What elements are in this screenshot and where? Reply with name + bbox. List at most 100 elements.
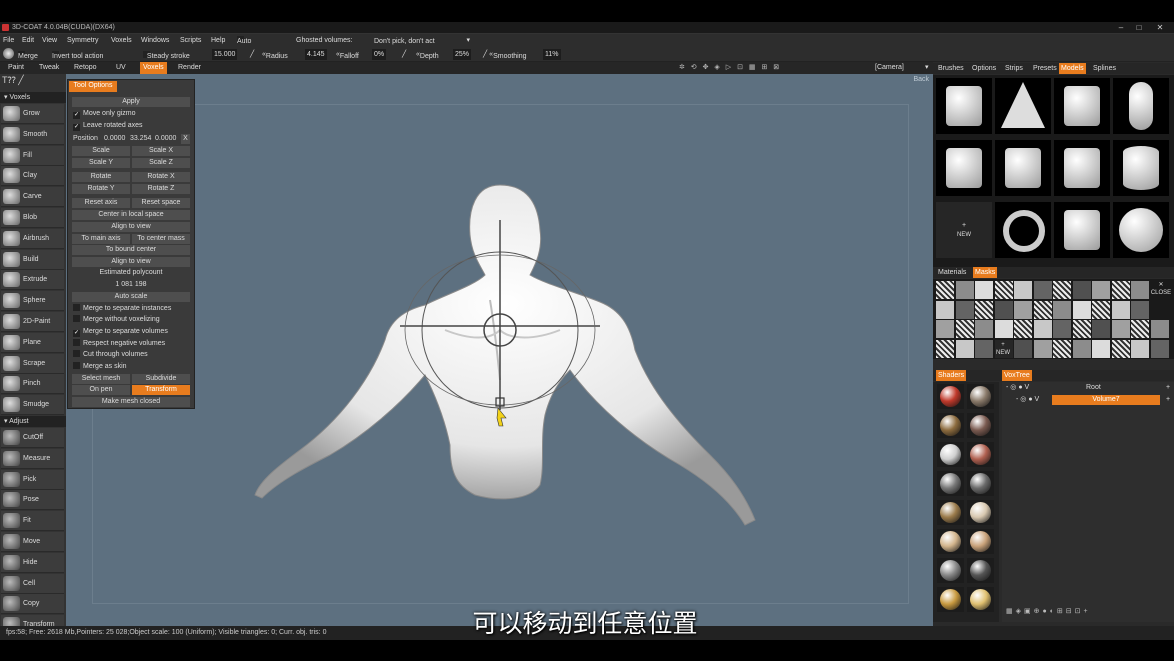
move-only-gizmo-checkbox[interactable]: ✓ — [73, 112, 80, 119]
mask-thumbnail[interactable] — [1053, 320, 1071, 338]
shader-swatch[interactable] — [937, 558, 964, 583]
leave-rotated-axes-checkbox[interactable]: ✓ — [73, 124, 80, 131]
merge-without-voxelizing-checkbox[interactable] — [73, 315, 80, 322]
mask-thumbnail[interactable] — [1111, 281, 1130, 299]
shader-swatch[interactable] — [937, 500, 964, 525]
mask-thumbnail[interactable] — [975, 320, 993, 338]
respect-negative-checkbox[interactable] — [73, 339, 80, 346]
mask-thumbnail[interactable] — [1072, 320, 1091, 338]
scale-button[interactable]: Scale — [72, 146, 130, 156]
to-main-axis-button[interactable]: To main axis — [72, 234, 130, 244]
mask-thumbnail[interactable] — [1092, 320, 1110, 338]
position-x[interactable]: 0.0000 — [104, 134, 125, 144]
shader-swatch[interactable] — [967, 500, 994, 525]
tool-smooth[interactable]: Smooth — [1, 124, 64, 145]
mask-thumbnail[interactable] — [1111, 300, 1130, 319]
tool-hide[interactable]: Hide — [1, 552, 64, 573]
mask-thumbnail[interactable] — [1014, 300, 1032, 319]
mask-thumbnail[interactable] — [1053, 300, 1071, 319]
mask-thumbnail[interactable] — [1092, 300, 1110, 319]
close-icon[interactable]: X — [181, 134, 190, 144]
mask-thumbnail[interactable] — [1150, 339, 1169, 358]
tab-strips[interactable]: Strips — [1003, 63, 1025, 74]
reset-axis-button[interactable]: Reset axis — [72, 198, 130, 208]
model-cube-icon[interactable] — [936, 78, 992, 134]
radius-value[interactable]: 4.145 — [305, 49, 327, 60]
mask-thumbnail[interactable] — [936, 320, 954, 338]
shader-swatch[interactable] — [967, 558, 994, 583]
mask-thumbnail[interactable] — [1033, 320, 1052, 338]
tool-2d-paint[interactable]: 2D-Paint — [1, 312, 64, 332]
section-adjust[interactable]: ▾ Adjust — [0, 416, 66, 427]
align-to-view-button-2[interactable]: Align to view — [72, 257, 190, 267]
model-dodecahedron-icon[interactable] — [1054, 140, 1110, 196]
auto-scale-button[interactable]: Auto scale — [72, 292, 190, 302]
rotate-button[interactable]: Rotate — [72, 172, 130, 182]
smoothing-value[interactable]: 11% — [543, 49, 561, 60]
tool-smudge[interactable]: Smudge — [1, 395, 64, 416]
tab-retopo[interactable]: Retopo — [71, 62, 100, 74]
rotate-z-button[interactable]: Rotate Z — [132, 184, 190, 194]
mask-thumbnail[interactable] — [1072, 339, 1091, 358]
tab-models[interactable]: Models — [1059, 63, 1086, 74]
mask-thumbnail[interactable] — [1033, 300, 1052, 319]
scale-x-button[interactable]: Scale X — [132, 146, 190, 156]
mask-thumbnail[interactable] — [1092, 281, 1110, 299]
shader-swatch[interactable] — [937, 587, 964, 612]
close-button[interactable]: ✕ — [1154, 23, 1166, 32]
add-volume-icon[interactable]: + — [1166, 383, 1170, 393]
voxel-torso-model[interactable] — [240, 180, 770, 540]
add-volume-icon-2[interactable]: + — [1166, 395, 1170, 405]
tab-tweak[interactable]: Tweak — [36, 62, 62, 74]
mask-thumbnail[interactable] — [1092, 339, 1110, 358]
mask-thumbnail[interactable] — [955, 320, 974, 338]
tool-measure[interactable]: Measure — [1, 448, 64, 469]
shader-swatch[interactable] — [937, 413, 964, 438]
voxtree-toolbar-icons[interactable]: ▦◈▣⊕●◐⊞⊟⊡+ — [1006, 607, 1091, 617]
tab-uv[interactable]: UV — [113, 62, 129, 74]
shader-swatch[interactable] — [967, 471, 994, 496]
tab-paint[interactable]: Paint — [5, 62, 27, 74]
tool-fill[interactable]: Fill — [1, 145, 64, 166]
tool-sphere[interactable]: Sphere — [1, 291, 64, 312]
reset-space-button[interactable]: Reset space — [132, 198, 190, 208]
mask-thumbnail[interactable] — [975, 300, 993, 319]
camera-select[interactable]: [Camera] — [872, 62, 907, 74]
mask-thumbnail[interactable] — [994, 281, 1013, 299]
section-voxels[interactable]: ▾ Voxels — [0, 92, 66, 103]
shader-swatch[interactable] — [937, 529, 964, 554]
brush-sphere-icon[interactable] — [3, 48, 14, 59]
model-torus-icon[interactable] — [995, 202, 1051, 258]
voxtree-root-row[interactable]: - ◎ ● V — [1006, 383, 1029, 393]
shader-swatch[interactable] — [937, 471, 964, 496]
model-cylinder-icon[interactable] — [1113, 140, 1169, 196]
mask-thumbnail[interactable] — [1131, 300, 1149, 319]
tab-presets[interactable]: Presets — [1031, 63, 1059, 74]
model-star-icon[interactable] — [1054, 202, 1110, 258]
tool-pose[interactable]: Pose — [1, 490, 64, 511]
menu-view[interactable]: View — [42, 35, 57, 46]
mask-thumbnail[interactable] — [1131, 339, 1149, 358]
tab-render[interactable]: Render — [175, 62, 204, 74]
tab-splines[interactable]: Splines — [1091, 63, 1118, 74]
shader-swatch[interactable] — [937, 442, 964, 467]
falloff-value[interactable]: 0% — [372, 49, 387, 60]
tool-move[interactable]: Move — [1, 532, 64, 552]
menu-scripts[interactable]: Scripts — [180, 35, 201, 46]
cut-through-checkbox[interactable] — [73, 350, 80, 357]
mask-thumbnail[interactable] — [975, 281, 993, 299]
mask-thumbnail[interactable] — [975, 339, 993, 358]
steady-stroke-value[interactable]: 15.000 — [212, 49, 238, 60]
to-center-mass-button[interactable]: To center mass — [132, 234, 190, 244]
mask-thumbnail[interactable] — [1131, 320, 1149, 338]
mask-thumbnail[interactable] — [1033, 339, 1052, 358]
menu-windows[interactable]: Windows — [141, 35, 169, 46]
scale-y-button[interactable]: Scale Y — [72, 158, 130, 168]
apply-button[interactable]: Apply — [72, 97, 190, 107]
mask-thumbnail[interactable] — [1033, 281, 1052, 299]
tool-plane[interactable]: Plane — [1, 332, 64, 353]
shader-swatch[interactable] — [967, 529, 994, 554]
viewport-nav-icons[interactable]: ✲ ⟲ ✥ ◈ ▷ ⊡ ▦ ⊞ ⊠ — [676, 62, 784, 74]
mask-thumbnail[interactable] — [994, 300, 1013, 319]
rotate-y-button[interactable]: Rotate Y — [72, 184, 130, 194]
